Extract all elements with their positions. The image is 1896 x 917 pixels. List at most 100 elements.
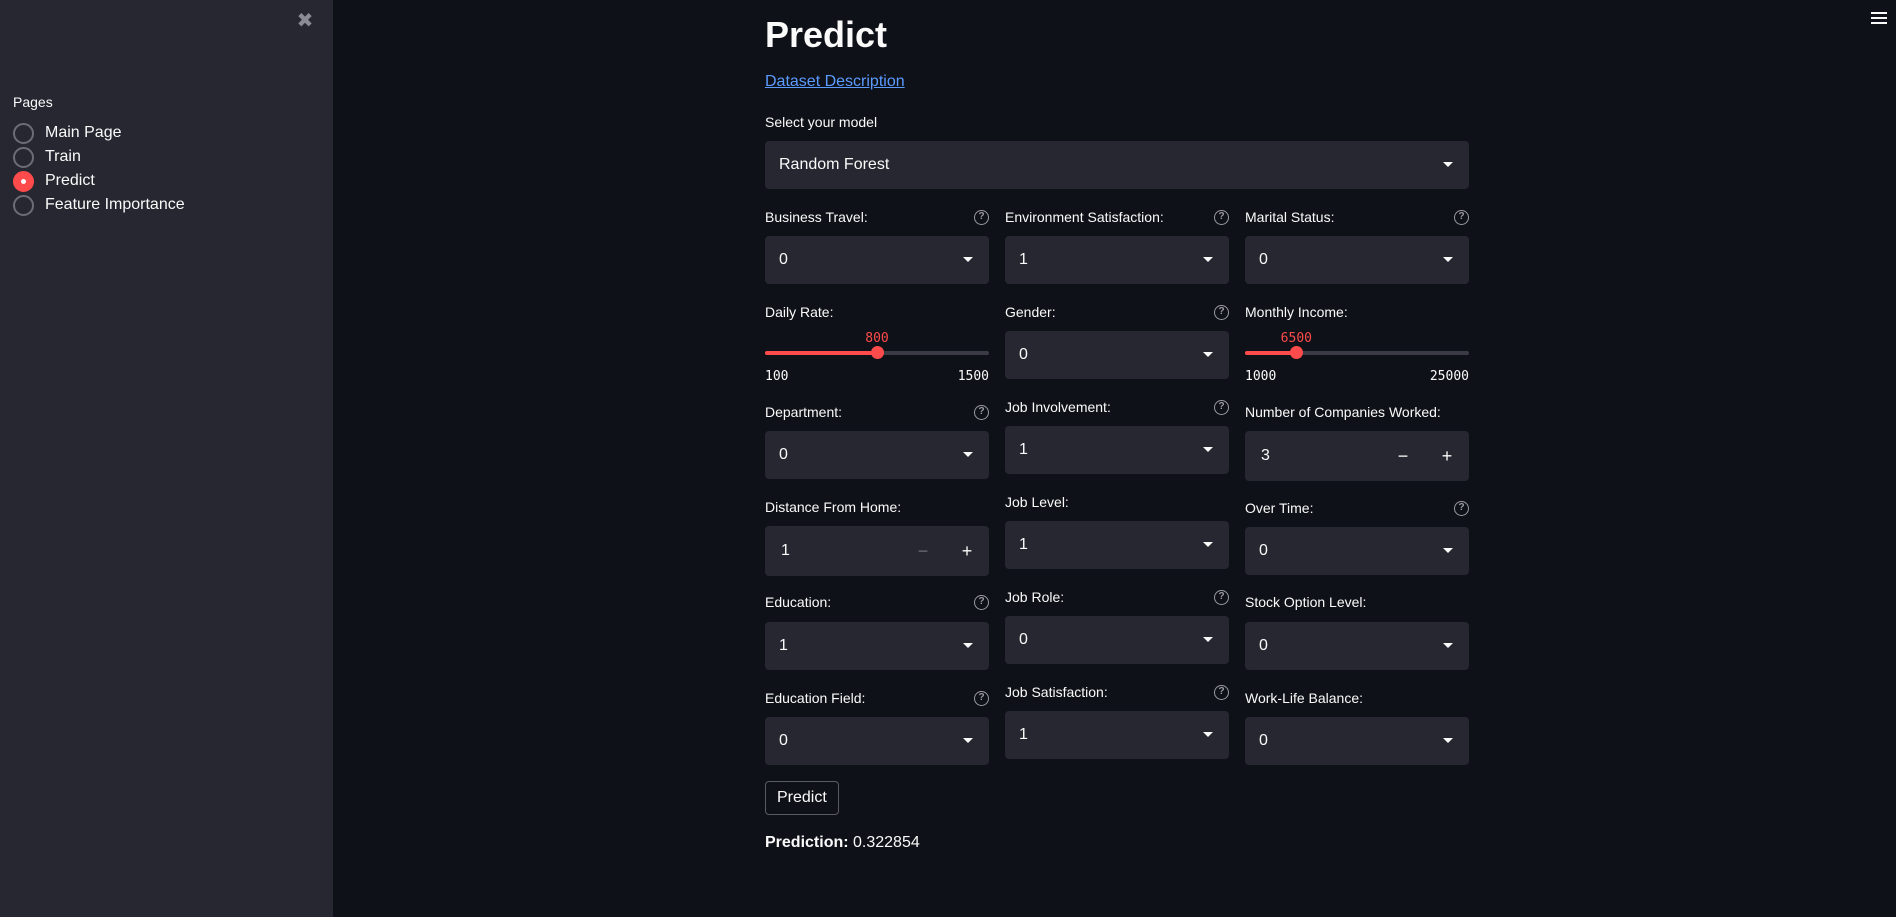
job-level-select[interactable]: 1 <box>1005 521 1229 569</box>
slider-max-value: 1500 <box>957 369 989 384</box>
slider-min-value: 100 <box>765 369 789 384</box>
distance-from-home-input[interactable]: 1 − + <box>765 526 989 576</box>
select-value: 0 <box>779 446 788 463</box>
pages-radio-group: Main Page Train Predict Feature Importan… <box>13 121 185 217</box>
radio-feature-importance[interactable]: Feature Importance <box>13 193 185 217</box>
radio-train[interactable]: Train <box>13 145 185 169</box>
stock-option-level-label: Stock Option Level: <box>1245 594 1367 610</box>
pages-label: Pages <box>13 94 53 110</box>
education-select[interactable]: 1 <box>765 622 989 670</box>
number-value: 3 <box>1261 447 1270 464</box>
help-icon[interactable]: ? <box>974 210 989 225</box>
select-value: 0 <box>1019 631 1028 648</box>
environment-satisfaction-select[interactable]: 1 <box>1005 236 1229 284</box>
num-companies-worked-input[interactable]: 3 − + <box>1245 431 1469 481</box>
work-life-balance-select[interactable]: 0 <box>1245 717 1469 765</box>
increment-button[interactable]: + <box>945 526 989 576</box>
decrement-button[interactable]: − <box>1381 431 1425 481</box>
radio-checked-icon <box>13 170 34 192</box>
radio-circle-icon <box>13 194 34 216</box>
select-value: 0 <box>779 732 788 749</box>
chevron-down-icon <box>1443 643 1453 648</box>
gender-select[interactable]: 0 <box>1005 331 1229 379</box>
stock-option-level-select[interactable]: 0 <box>1245 622 1469 670</box>
radio-predict[interactable]: Predict <box>13 169 185 193</box>
radio-label: Predict <box>45 172 95 189</box>
gender-label: Gender: <box>1005 304 1056 320</box>
chevron-down-icon <box>1203 257 1213 262</box>
job-role-select[interactable]: 0 <box>1005 616 1229 664</box>
education-field-label: Education Field: <box>765 690 866 706</box>
over-time-select[interactable]: 0 <box>1245 527 1469 575</box>
prediction-label: Prediction: <box>765 834 849 851</box>
slider-thumb[interactable] <box>871 346 884 359</box>
select-value: 0 <box>1259 637 1268 654</box>
model-select-label: Select your model <box>765 114 878 130</box>
help-icon[interactable]: ? <box>1214 590 1229 605</box>
radio-label: Main Page <box>45 124 122 141</box>
slider-thumb[interactable] <box>1290 346 1304 359</box>
number-value: 1 <box>781 542 790 559</box>
radio-circle-icon <box>13 146 34 168</box>
prediction-value: 0.322854 <box>853 834 920 851</box>
slider-min-value: 1000 <box>1245 369 1277 384</box>
help-icon[interactable]: ? <box>1214 305 1229 320</box>
help-icon[interactable]: ? <box>974 691 989 706</box>
help-icon[interactable]: ? <box>1214 685 1229 700</box>
marital-status-select[interactable]: 0 <box>1245 236 1469 284</box>
slider-fill <box>1245 351 1297 355</box>
chevron-down-icon <box>1443 738 1453 743</box>
select-value: 0 <box>1019 346 1028 363</box>
page-title: Predict <box>765 14 888 55</box>
model-select-value: Random Forest <box>779 156 890 173</box>
education-label: Education: <box>765 594 832 610</box>
slider-fill <box>765 351 877 355</box>
help-icon[interactable]: ? <box>1454 210 1469 225</box>
chevron-down-icon <box>1443 162 1453 167</box>
daily-rate-slider[interactable]: 800 100 1500 <box>765 331 989 393</box>
monthly-income-slider[interactable]: 6500 1000 25000 <box>1245 331 1469 393</box>
model-select[interactable]: Random Forest <box>765 141 1469 189</box>
chevron-down-icon <box>963 452 973 457</box>
slider-current-value: 6500 <box>1280 331 1312 346</box>
chevron-down-icon <box>1203 447 1213 452</box>
job-satisfaction-label: Job Satisfaction: <box>1005 684 1108 700</box>
education-field-select[interactable]: 0 <box>765 717 989 765</box>
select-value: 1 <box>779 637 788 654</box>
chevron-down-icon <box>963 738 973 743</box>
distance-from-home-label: Distance From Home: <box>765 499 902 515</box>
sidebar: ✖ Pages Main Page Train Predict Feature … <box>0 0 333 917</box>
chevron-down-icon <box>1443 257 1453 262</box>
help-icon[interactable]: ? <box>974 405 989 420</box>
radio-label: Feature Importance <box>45 196 185 213</box>
chevron-down-icon <box>963 643 973 648</box>
select-value: 0 <box>779 251 788 268</box>
radio-label: Train <box>45 148 81 165</box>
select-value: 1 <box>1019 251 1028 268</box>
hamburger-menu-icon[interactable] <box>1871 12 1887 26</box>
department-select[interactable]: 0 <box>765 431 989 479</box>
num-companies-worked-label: Number of Companies Worked: <box>1245 404 1441 420</box>
decrement-button[interactable]: − <box>901 526 945 576</box>
help-icon[interactable]: ? <box>1454 501 1469 516</box>
job-involvement-select[interactable]: 1 <box>1005 426 1229 474</box>
environment-satisfaction-label: Environment Satisfaction: <box>1005 209 1164 225</box>
chevron-down-icon <box>1203 732 1213 737</box>
slider-max-value: 25000 <box>1429 369 1469 384</box>
slider-current-value: 800 <box>865 331 889 346</box>
help-icon[interactable]: ? <box>974 595 989 610</box>
marital-status-label: Marital Status: <box>1245 209 1335 225</box>
help-icon[interactable]: ? <box>1214 210 1229 225</box>
dataset-description-link[interactable]: Dataset Description <box>765 73 905 91</box>
chevron-down-icon <box>1203 542 1213 547</box>
work-life-balance-label: Work-Life Balance: <box>1245 690 1364 706</box>
job-satisfaction-select[interactable]: 1 <box>1005 711 1229 759</box>
increment-button[interactable]: + <box>1425 431 1469 481</box>
help-icon[interactable]: ? <box>1214 400 1229 415</box>
predict-button[interactable]: Predict <box>765 781 839 815</box>
chevron-down-icon <box>1443 548 1453 553</box>
radio-main-page[interactable]: Main Page <box>13 121 185 145</box>
select-value: 1 <box>1019 726 1028 743</box>
close-icon[interactable]: ✖ <box>294 10 316 32</box>
business-travel-select[interactable]: 0 <box>765 236 989 284</box>
